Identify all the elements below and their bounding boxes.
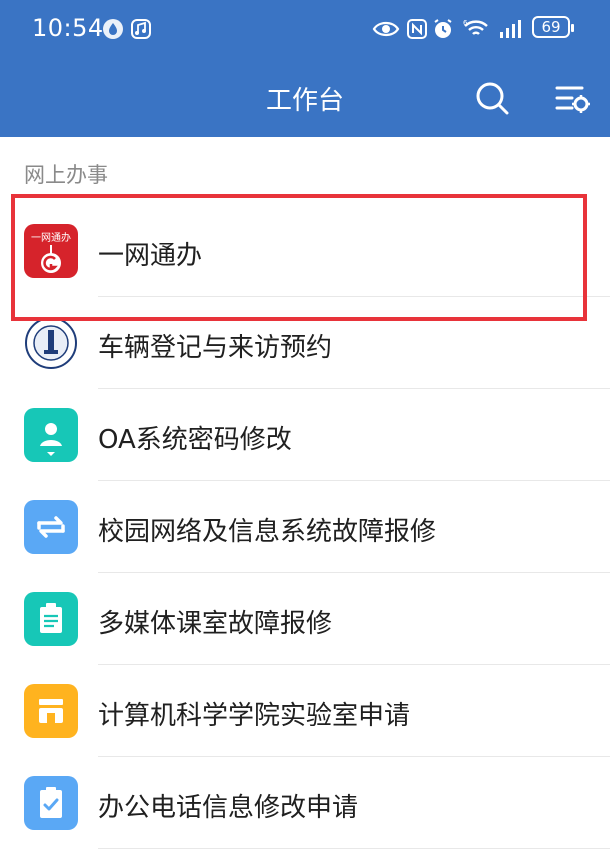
list-item-label: OA系统密码修改 bbox=[98, 425, 292, 455]
store-icon bbox=[24, 684, 78, 738]
battery-icon: 69 bbox=[532, 16, 574, 38]
page-title: 工作台 bbox=[265, 86, 344, 116]
university-seal-icon bbox=[24, 316, 78, 370]
nfc-icon bbox=[406, 18, 428, 40]
status-bar: 10:54 6 69 bbox=[0, 0, 610, 58]
clipboard-icon bbox=[24, 592, 78, 646]
svg-text:6: 6 bbox=[463, 19, 468, 27]
checklist-icon bbox=[24, 776, 78, 830]
list-item-label: 计算机科学学院实验室申请 bbox=[98, 701, 411, 731]
eye-icon bbox=[372, 18, 400, 40]
list-item-label: 校园网络及信息系统故障报修 bbox=[98, 517, 437, 547]
wifi-icon: 6 bbox=[462, 18, 490, 40]
list-item-network-repair[interactable]: 校园网络及信息系统故障报修 bbox=[0, 481, 610, 573]
app-square-icon bbox=[130, 18, 152, 40]
section-title: 网上办事 bbox=[24, 163, 108, 187]
list-item-lab-application[interactable]: 计算机科学学院实验室申请 bbox=[0, 665, 610, 757]
selection-highlight bbox=[11, 194, 587, 321]
list-item-oa-password[interactable]: OA系统密码修改 bbox=[0, 389, 610, 481]
alarm-icon bbox=[432, 18, 454, 40]
top-app-bar: 10:54 6 69 工作台 bbox=[0, 0, 610, 137]
search-icon[interactable] bbox=[472, 78, 512, 118]
list-item-label: 车辆登记与来访预约 bbox=[98, 333, 333, 363]
sync-arrows-icon bbox=[24, 500, 78, 554]
list-item-multimedia-repair[interactable]: 多媒体课室故障报修 bbox=[0, 573, 610, 665]
status-time: 10:54 bbox=[32, 14, 104, 42]
app-drop-icon bbox=[102, 18, 124, 40]
list-item-office-phone[interactable]: 办公电话信息修改申请 bbox=[0, 757, 610, 849]
list-item-label: 多媒体课室故障报修 bbox=[98, 609, 333, 639]
user-badge-icon bbox=[24, 408, 78, 462]
divider bbox=[98, 848, 610, 849]
list-item-label: 办公电话信息修改申请 bbox=[98, 793, 359, 823]
signal-icon bbox=[498, 18, 524, 40]
list-settings-icon[interactable] bbox=[552, 78, 592, 118]
